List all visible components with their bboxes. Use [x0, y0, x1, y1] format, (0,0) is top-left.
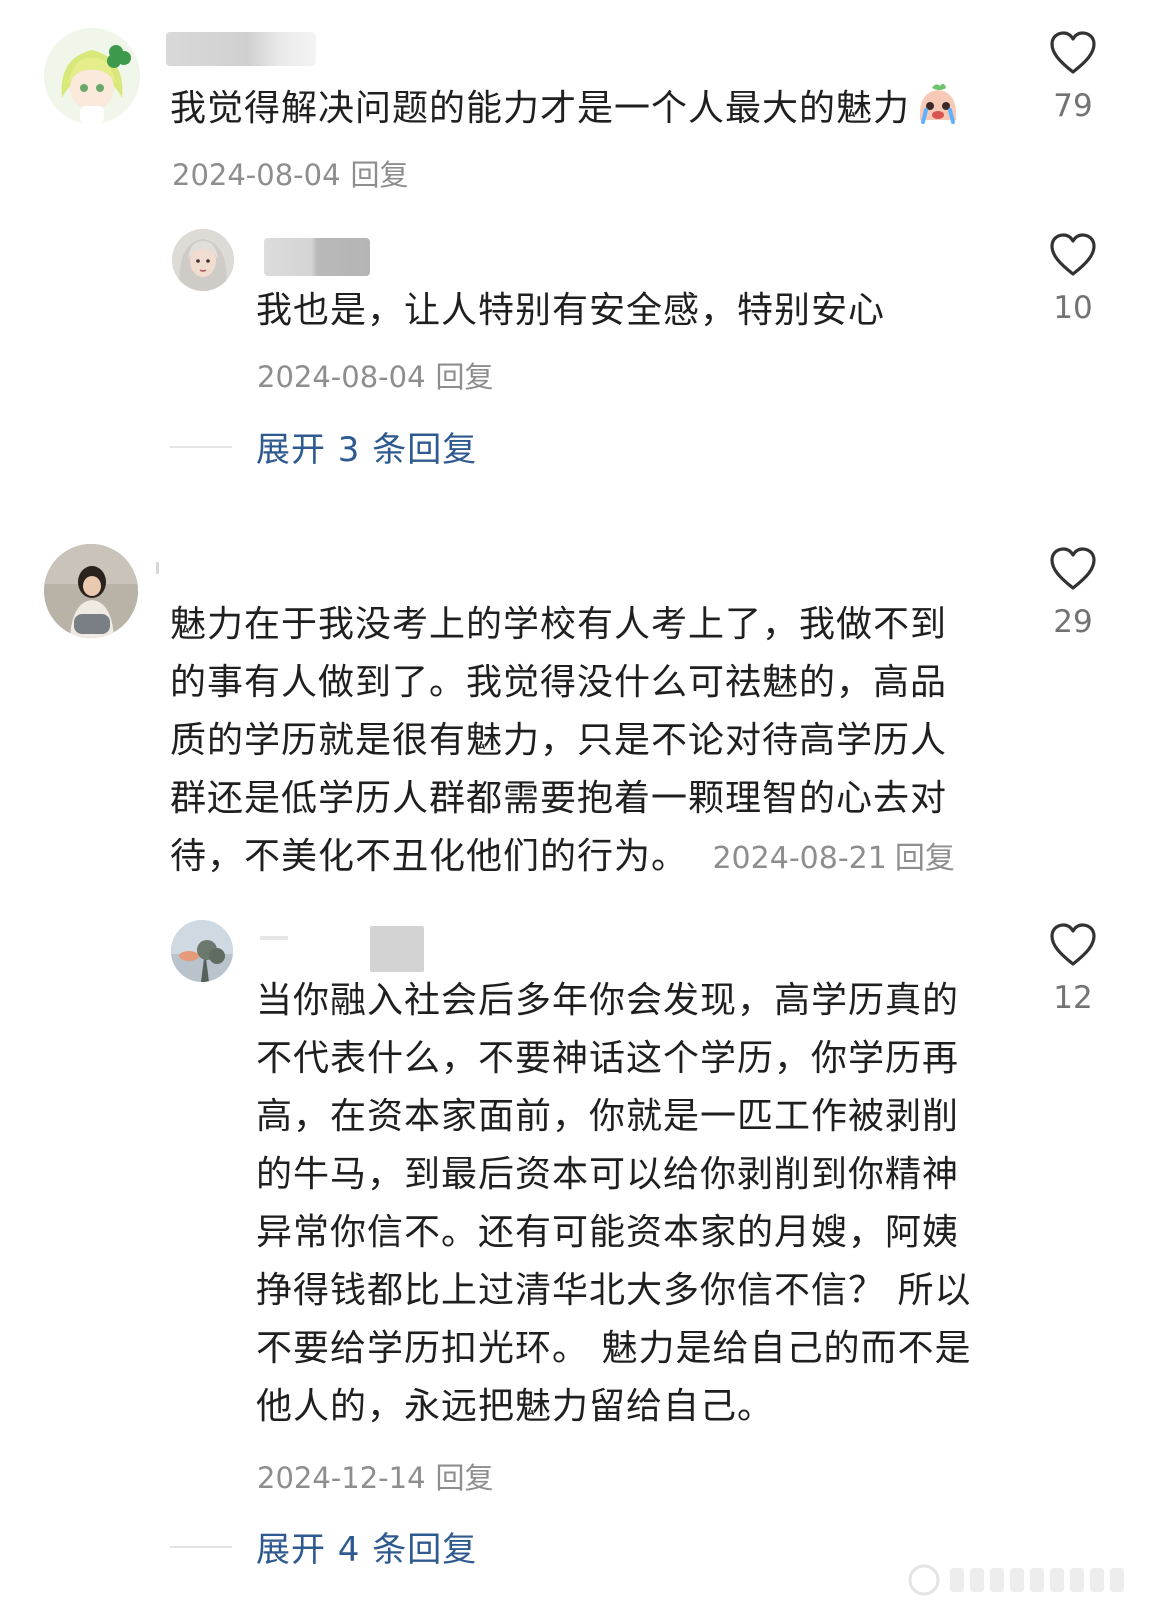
reply-text-line: 不代表什么，不要神话这个学历，你学历再 [256, 1038, 960, 1079]
reply-text: 我也是，让人特别有安全感，特别安心 [256, 290, 886, 331]
comment-text: 魅力在于我没考上的学校有人考上了，我做不到 的事有人做到了。我觉得没什么可祛魅的… [170, 596, 1010, 888]
username-blurred[interactable] [264, 238, 370, 276]
comment-text-line: 待，不美化不丑化他们的行为。 [170, 836, 689, 877]
reply-text: 当你融入社会后多年你会发现，高学历真的 不代表什么，不要神话这个学历，你学历再 … [256, 972, 1016, 1436]
reply-text-line: 挣得钱都比上过清华北大多你信不信？ 所以 [256, 1270, 972, 1311]
comment-text-line: 群还是低学历人群都需要抱着一颗理智的心去对 [170, 778, 948, 819]
reply-text-line: 的牛马，到最后资本可以给你剥削到你精神 [256, 1154, 960, 1195]
divider [170, 445, 232, 448]
expand-replies-button[interactable]: 展开 3 条回复 [170, 422, 477, 471]
divider [170, 1545, 232, 1548]
comment-text-line: 魅力在于我没考上的学校有人考上了，我做不到 [170, 604, 948, 645]
like-count: 12 [1053, 980, 1093, 1016]
reply-text-line: 异常你信不。还有可能资本家的月嫂，阿姨 [256, 1212, 960, 1253]
avatar[interactable] [44, 28, 140, 124]
reply-button[interactable]: 回复 [351, 158, 409, 192]
expand-replies-label[interactable]: 展开 4 条回复 [256, 1522, 477, 1571]
comment-text-line: 的事有人做到了。我觉得没什么可祛魅的，高品 [170, 662, 948, 703]
avatar[interactable] [172, 229, 234, 291]
heart-outline-icon[interactable] [1049, 232, 1097, 278]
comment-meta: 2024-08-21 回复 [712, 841, 954, 876]
reply-text-line: 他人的，永远把魅力留给自己。 [256, 1386, 775, 1427]
username-blurred[interactable] [156, 562, 159, 574]
avatar[interactable] [44, 544, 138, 638]
like-count: 29 [1053, 604, 1093, 640]
expand-replies-button[interactable]: 展开 4 条回复 [170, 1522, 477, 1571]
reply-button[interactable]: 回复 [895, 841, 955, 876]
like-button[interactable]: 12 [1018, 922, 1128, 1016]
like-count: 79 [1053, 88, 1093, 124]
reply-date: 2024-08-04 [257, 360, 426, 394]
comment-text-line: 质的学历就是很有魅力，只是不论对待高学历人 [170, 720, 948, 761]
reply-meta: 2024-12-14 回复 [257, 1455, 494, 1497]
like-button[interactable]: 29 [1018, 546, 1128, 640]
reply-text-line: 不要给学历扣光环。 魅力是给自己的而不是 [256, 1328, 972, 1369]
expand-replies-label[interactable]: 展开 3 条回复 [256, 422, 477, 471]
watermark-logo [906, 1560, 1136, 1600]
like-button[interactable]: 79 [1018, 30, 1128, 124]
crying-face-emoji-icon [914, 82, 962, 144]
reply-meta: 2024-08-04 回复 [257, 354, 494, 396]
comment-meta: 2024-08-04 回复 [172, 152, 409, 194]
heart-outline-icon[interactable] [1049, 30, 1097, 76]
username-blurred[interactable] [166, 32, 316, 66]
comment-text-line-last: 待，不美化不丑化他们的行为。 2024-08-21 回复 [170, 828, 1010, 888]
comment-date: 2024-08-04 [172, 158, 341, 192]
reply-text-line: 当你融入社会后多年你会发现，高学历真的 [256, 980, 960, 1021]
username-blurred[interactable] [260, 936, 288, 940]
reply-text-line: 高，在资本家面前，你就是一匹工作被剥削 [256, 1096, 960, 1137]
like-button[interactable]: 10 [1018, 232, 1128, 326]
heart-outline-icon[interactable] [1049, 546, 1097, 592]
reply-button[interactable]: 回复 [436, 360, 494, 394]
like-count: 10 [1053, 290, 1093, 326]
reply-date: 2024-12-14 [257, 1461, 426, 1495]
avatar[interactable] [171, 920, 233, 982]
comment-date: 2024-08-21 [712, 841, 887, 876]
comment-text: 我觉得解决问题的能力才是一个人最大的魅力 [170, 80, 962, 144]
reply-button[interactable]: 回复 [436, 1461, 494, 1495]
heart-outline-icon[interactable] [1049, 922, 1097, 968]
username-blurred[interactable] [370, 926, 424, 972]
